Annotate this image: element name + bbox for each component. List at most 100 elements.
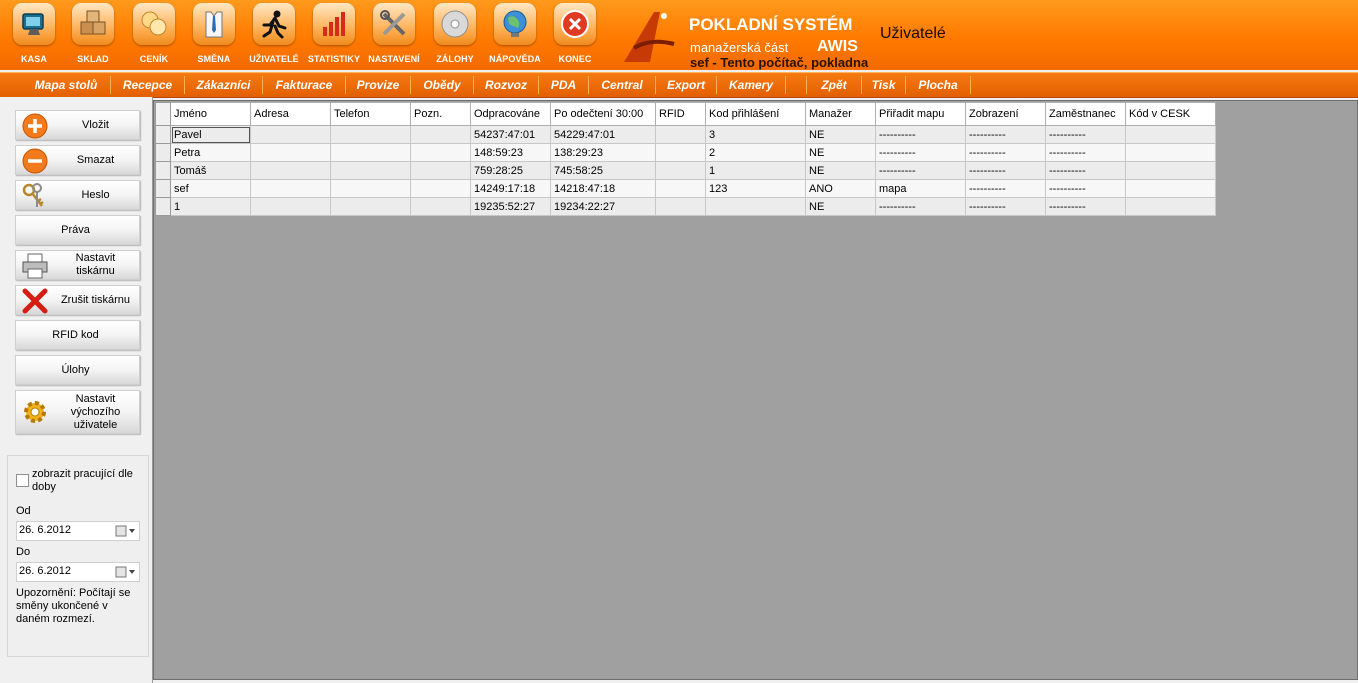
table-cell[interactable]: 123 xyxy=(705,179,806,198)
table-cell[interactable] xyxy=(410,143,471,162)
table-cell[interactable]: ---------- xyxy=(1045,179,1126,198)
table-cell[interactable] xyxy=(330,161,411,180)
col-header-kod-v-cesk[interactable]: Kód v CESK xyxy=(1125,102,1216,126)
table-cell[interactable]: 1 xyxy=(170,197,251,216)
table-cell[interactable] xyxy=(655,161,706,180)
table-cell[interactable]: 54237:47:01 xyxy=(470,125,551,144)
table-cell[interactable] xyxy=(410,179,471,198)
row-selector[interactable] xyxy=(155,179,171,198)
table-cell[interactable]: 14218:47:18 xyxy=(550,179,656,198)
table-row[interactable]: sef 14249:17:18 14218:47:18 123 ANO mapa -----… xyxy=(155,179,1216,198)
table-cell[interactable] xyxy=(330,125,411,144)
calendar-dropdown-icon[interactable] xyxy=(115,525,137,537)
table-cell[interactable] xyxy=(410,125,471,144)
table-cell[interactable]: NE xyxy=(805,125,876,144)
nastavit-tiskarnu-button[interactable]: Nastavit tiskárnu xyxy=(15,250,140,280)
heslo-button[interactable]: Heslo xyxy=(15,180,140,210)
table-cell[interactable]: ---------- xyxy=(965,161,1046,180)
table-cell[interactable]: 14249:17:18 xyxy=(470,179,551,198)
from-date-picker[interactable]: 26. 6.2012 xyxy=(16,521,140,541)
menu-zakaznici[interactable]: Zákazníci xyxy=(185,76,263,94)
menu-export[interactable]: Export xyxy=(656,76,717,94)
table-cell[interactable]: ---------- xyxy=(1045,161,1126,180)
rfid-kod-button[interactable]: RFID kod xyxy=(15,320,140,350)
menu-kamery[interactable]: Kamery xyxy=(717,76,786,94)
table-cell[interactable]: 3 xyxy=(705,125,806,144)
table-cell[interactable]: ANO xyxy=(805,179,876,198)
toolbar-cenik-button[interactable]: CENÍK xyxy=(124,3,184,67)
table-cell[interactable]: 19235:52:27 xyxy=(470,197,551,216)
table-cell[interactable] xyxy=(1125,179,1216,198)
table-cell[interactable] xyxy=(330,179,411,198)
work-time-checkbox[interactable] xyxy=(16,474,29,487)
menu-pda[interactable]: PDA xyxy=(539,76,589,94)
row-selector[interactable] xyxy=(155,143,171,162)
table-cell[interactable]: ---------- xyxy=(965,179,1046,198)
table-cell[interactable]: mapa xyxy=(875,179,966,198)
col-header-kod-prihlaseni[interactable]: Kod přihlášení xyxy=(705,102,806,126)
col-header-manazer[interactable]: Manažer xyxy=(805,102,876,126)
col-header-odpracovane[interactable]: Odpracováne xyxy=(470,102,551,126)
table-cell[interactable] xyxy=(250,161,331,180)
col-header-pozn[interactable]: Pozn. xyxy=(410,102,471,126)
menu-zpet[interactable]: Zpět xyxy=(807,76,862,94)
table-cell[interactable]: Tomáš xyxy=(170,161,251,180)
to-date-picker[interactable]: 26. 6.2012 xyxy=(16,562,140,582)
menu-mapa-stolu[interactable]: Mapa stolů xyxy=(22,76,111,94)
table-cell[interactable] xyxy=(330,143,411,162)
table-cell[interactable] xyxy=(655,197,706,216)
table-cell[interactable]: NE xyxy=(805,197,876,216)
toolbar-sklad-button[interactable]: SKLAD xyxy=(63,3,123,67)
table-cell[interactable] xyxy=(330,197,411,216)
table-row[interactable]: 1 19235:52:27 19234:22:27 NE ---------- -----… xyxy=(155,197,1216,216)
menu-rozvoz[interactable]: Rozvoz xyxy=(474,76,539,94)
table-cell[interactable] xyxy=(250,125,331,144)
toolbar-kasa-button[interactable]: KASA xyxy=(4,3,64,67)
table-cell[interactable]: ---------- xyxy=(1045,143,1126,162)
ulohy-button[interactable]: Úlohy xyxy=(15,355,140,385)
table-cell[interactable]: 759:28:25 xyxy=(470,161,551,180)
table-cell[interactable]: ---------- xyxy=(965,197,1046,216)
vlozit-button[interactable]: Vložit xyxy=(15,110,140,140)
col-header-priradit-mapu[interactable]: Přiřadit mapu xyxy=(875,102,966,126)
menu-tisk[interactable]: Tisk xyxy=(862,76,906,94)
toolbar-statistiky-button[interactable]: STATISTIKY xyxy=(304,3,364,67)
calendar-dropdown-icon[interactable] xyxy=(115,566,137,578)
table-cell[interactable]: ---------- xyxy=(875,143,966,162)
toolbar-nastaveni-button[interactable]: NASTAVENÍ xyxy=(364,3,424,67)
table-cell[interactable]: sef xyxy=(170,179,251,198)
table-cell[interactable] xyxy=(705,197,806,216)
table-cell[interactable]: 2 xyxy=(705,143,806,162)
table-cell[interactable]: ---------- xyxy=(1045,197,1126,216)
table-cell[interactable] xyxy=(1125,161,1216,180)
table-cell[interactable] xyxy=(250,143,331,162)
toolbar-smena-button[interactable]: SMĚNA xyxy=(184,3,244,67)
table-cell[interactable]: ---------- xyxy=(875,161,966,180)
table-cell[interactable]: ---------- xyxy=(875,197,966,216)
col-header-po-odecteni[interactable]: Po odečtení 30:00 xyxy=(550,102,656,126)
table-cell[interactable] xyxy=(655,143,706,162)
col-header-jmeno[interactable]: Jméno xyxy=(170,102,251,126)
table-cell[interactable] xyxy=(1125,197,1216,216)
table-cell[interactable] xyxy=(410,197,471,216)
table-row[interactable]: Petra 148:59:23 138:29:23 2 NE ---------- ----… xyxy=(155,143,1216,162)
table-cell[interactable]: ---------- xyxy=(1045,125,1126,144)
table-cell[interactable]: Petra xyxy=(170,143,251,162)
table-cell[interactable] xyxy=(655,179,706,198)
table-cell[interactable]: NE xyxy=(805,143,876,162)
menu-fakturace[interactable]: Fakturace xyxy=(263,76,346,94)
menu-plocha[interactable]: Plocha xyxy=(906,76,971,94)
toolbar-uzivatele-button[interactable]: UŽIVATELÉ xyxy=(244,3,304,67)
row-selector[interactable] xyxy=(155,161,171,180)
table-row[interactable]: Pavel 54237:47:01 54229:47:01 3 NE ----------… xyxy=(155,125,1216,144)
table-cell[interactable] xyxy=(1125,143,1216,162)
table-cell[interactable] xyxy=(410,161,471,180)
nastavit-vychoziho-uzivatele-button[interactable]: Nastavit výchozího uživatele xyxy=(15,390,140,434)
table-cell[interactable]: 138:29:23 xyxy=(550,143,656,162)
toolbar-konec-button[interactable]: KONEC xyxy=(545,3,605,67)
table-cell[interactable]: Pavel xyxy=(170,125,251,144)
table-row[interactable]: Tomáš 759:28:25 745:58:25 1 NE ---------- ----… xyxy=(155,161,1216,180)
table-cell[interactable] xyxy=(655,125,706,144)
col-header-telefon[interactable]: Telefon xyxy=(330,102,411,126)
table-cell[interactable] xyxy=(250,197,331,216)
